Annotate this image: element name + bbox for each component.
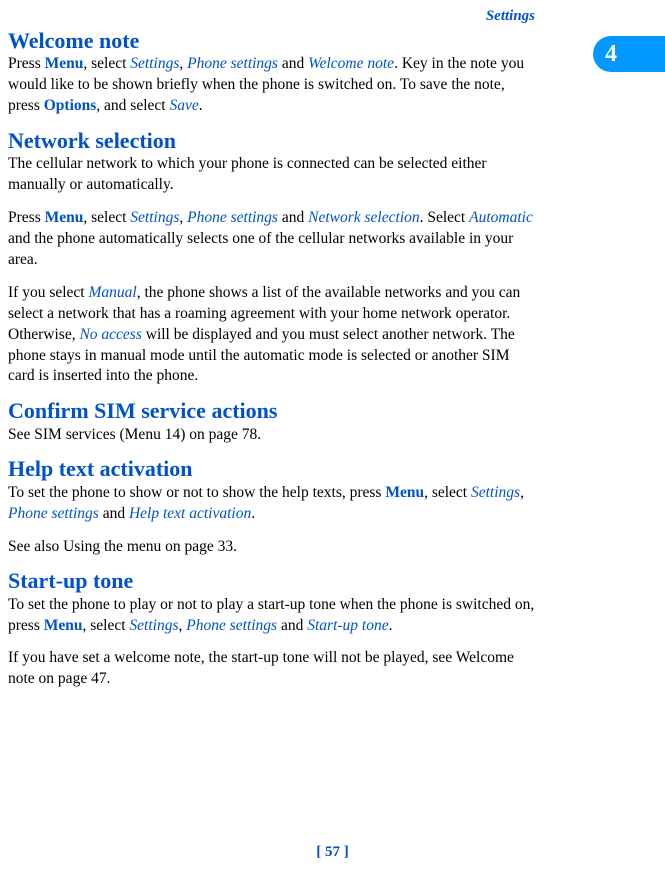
page-number: [ 57 ]	[0, 844, 665, 861]
menu-key: Menu	[44, 617, 83, 634]
chapter-badge: 4	[593, 36, 665, 72]
menu-path: Phone settings	[187, 209, 278, 226]
text: , and select	[96, 97, 169, 114]
section-confirm-sim: Confirm SIM service actions See SIM serv…	[8, 399, 535, 445]
page-header-label: Settings	[0, 0, 665, 25]
text: and	[99, 505, 129, 522]
menu-key: Menu	[45, 209, 84, 226]
menu-path: Welcome note	[308, 55, 394, 72]
text: .	[251, 505, 255, 522]
paragraph: To set the phone to show or not to show …	[8, 483, 535, 525]
section-welcome-note: Welcome note Press Menu, select Settings…	[8, 29, 535, 117]
menu-path: Manual	[88, 284, 136, 301]
text: ,	[179, 55, 187, 72]
text: and	[277, 617, 307, 634]
paragraph: If you have set a welcome note, the star…	[8, 648, 535, 690]
text: , select	[83, 55, 130, 72]
section-startup-tone: Start-up tone To set the phone to play o…	[8, 569, 535, 690]
text: , select	[424, 484, 471, 501]
text: Press	[8, 55, 45, 72]
menu-path: Phone settings	[8, 505, 99, 522]
menu-path: Network selection	[308, 209, 420, 226]
heading-startup-tone: Start-up tone	[8, 569, 535, 593]
paragraph: The cellular network to which your phone…	[8, 154, 535, 196]
text: ,	[520, 484, 524, 501]
paragraph: Press Menu, select Settings, Phone setti…	[8, 208, 535, 271]
menu-path: Settings	[130, 55, 179, 72]
text: .	[199, 97, 203, 114]
menu-key: Menu	[45, 55, 84, 72]
heading-network-selection: Network selection	[8, 129, 535, 153]
paragraph: To set the phone to play or not to play …	[8, 595, 535, 637]
paragraph: Press Menu, select Settings, Phone setti…	[8, 54, 535, 117]
text: and	[278, 209, 308, 226]
page-content: Welcome note Press Menu, select Settings…	[0, 25, 665, 690]
text: ,	[179, 209, 187, 226]
text: , select	[83, 209, 130, 226]
paragraph: See also Using the menu on page 33.	[8, 537, 535, 558]
menu-key: Menu	[385, 484, 424, 501]
text: and	[278, 55, 308, 72]
heading-confirm-sim: Confirm SIM service actions	[8, 399, 535, 423]
menu-path: Settings	[130, 209, 179, 226]
text: If you select	[8, 284, 88, 301]
text: Press	[8, 209, 45, 226]
menu-key: Options	[44, 97, 97, 114]
text: and the phone automatically selects one …	[8, 230, 513, 268]
text: , select	[82, 617, 129, 634]
menu-path: Phone settings	[186, 617, 277, 634]
heading-help-text: Help text activation	[8, 457, 535, 481]
menu-path: No access	[79, 326, 141, 343]
paragraph: If you select Manual, the phone shows a …	[8, 283, 535, 388]
menu-path: Phone settings	[187, 55, 278, 72]
paragraph: See SIM services (Menu 14) on page 78.	[8, 425, 535, 446]
menu-path: Help text activation	[129, 505, 251, 522]
menu-path: Start-up tone	[307, 617, 388, 634]
text: To set the phone to show or not to show …	[8, 484, 385, 501]
menu-path: Settings	[129, 617, 178, 634]
menu-path: Save	[169, 97, 198, 114]
text: .	[389, 617, 393, 634]
section-network-selection: Network selection The cellular network t…	[8, 129, 535, 387]
text: . Select	[420, 209, 470, 226]
menu-path: Automatic	[469, 209, 533, 226]
heading-welcome-note: Welcome note	[8, 29, 535, 53]
menu-path: Settings	[471, 484, 520, 501]
section-help-text: Help text activation To set the phone to…	[8, 457, 535, 557]
